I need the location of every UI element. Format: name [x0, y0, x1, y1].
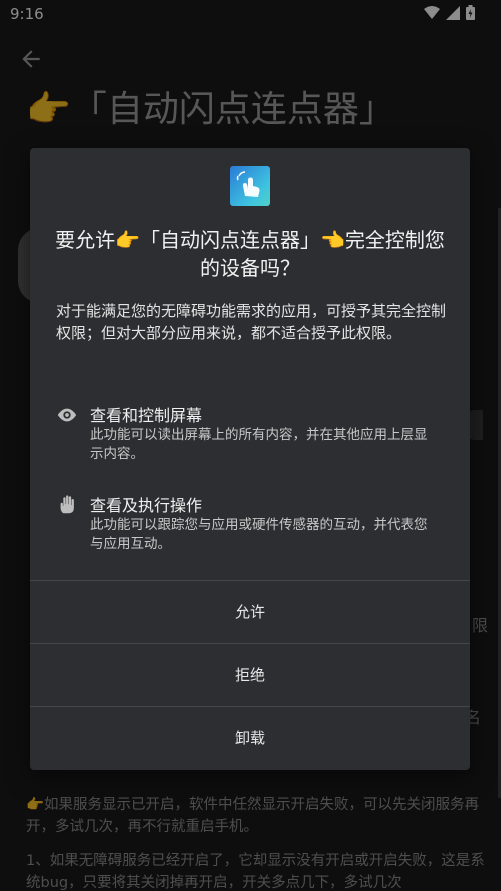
eye-icon: [57, 408, 77, 422]
allow-button[interactable]: 允许: [30, 581, 470, 643]
touch-gesture-icon: [236, 171, 260, 197]
permission-description: 此功能可以跟踪您与应用或硬件传感器的互动，并代表您与应用互动。: [90, 517, 428, 552]
deny-button[interactable]: 拒绝: [30, 644, 470, 706]
app-icon: [230, 166, 270, 206]
dialog-title: 要允许👉「自动闪点连点器」👈完全控制您的设备吗？: [55, 228, 445, 280]
accessibility-permission-dialog: 要允许👉「自动闪点连点器」👈完全控制您的设备吗？ 对于能满足您的无障碍功能需求的…: [30, 148, 470, 770]
permission-description: 此功能可以读出屏幕上的所有内容，并在其他应用上层显示内容。: [90, 427, 428, 462]
hand-icon: [60, 495, 74, 514]
permission-title: 查看和控制屏幕: [90, 406, 203, 425]
dialog-description: 对于能满足您的无障碍功能需求的应用，可授予其完全控制权限；但对大部分应用来说，都…: [56, 302, 447, 342]
permission-title: 查看及执行操作: [90, 496, 203, 515]
uninstall-button[interactable]: 卸载: [30, 707, 470, 769]
